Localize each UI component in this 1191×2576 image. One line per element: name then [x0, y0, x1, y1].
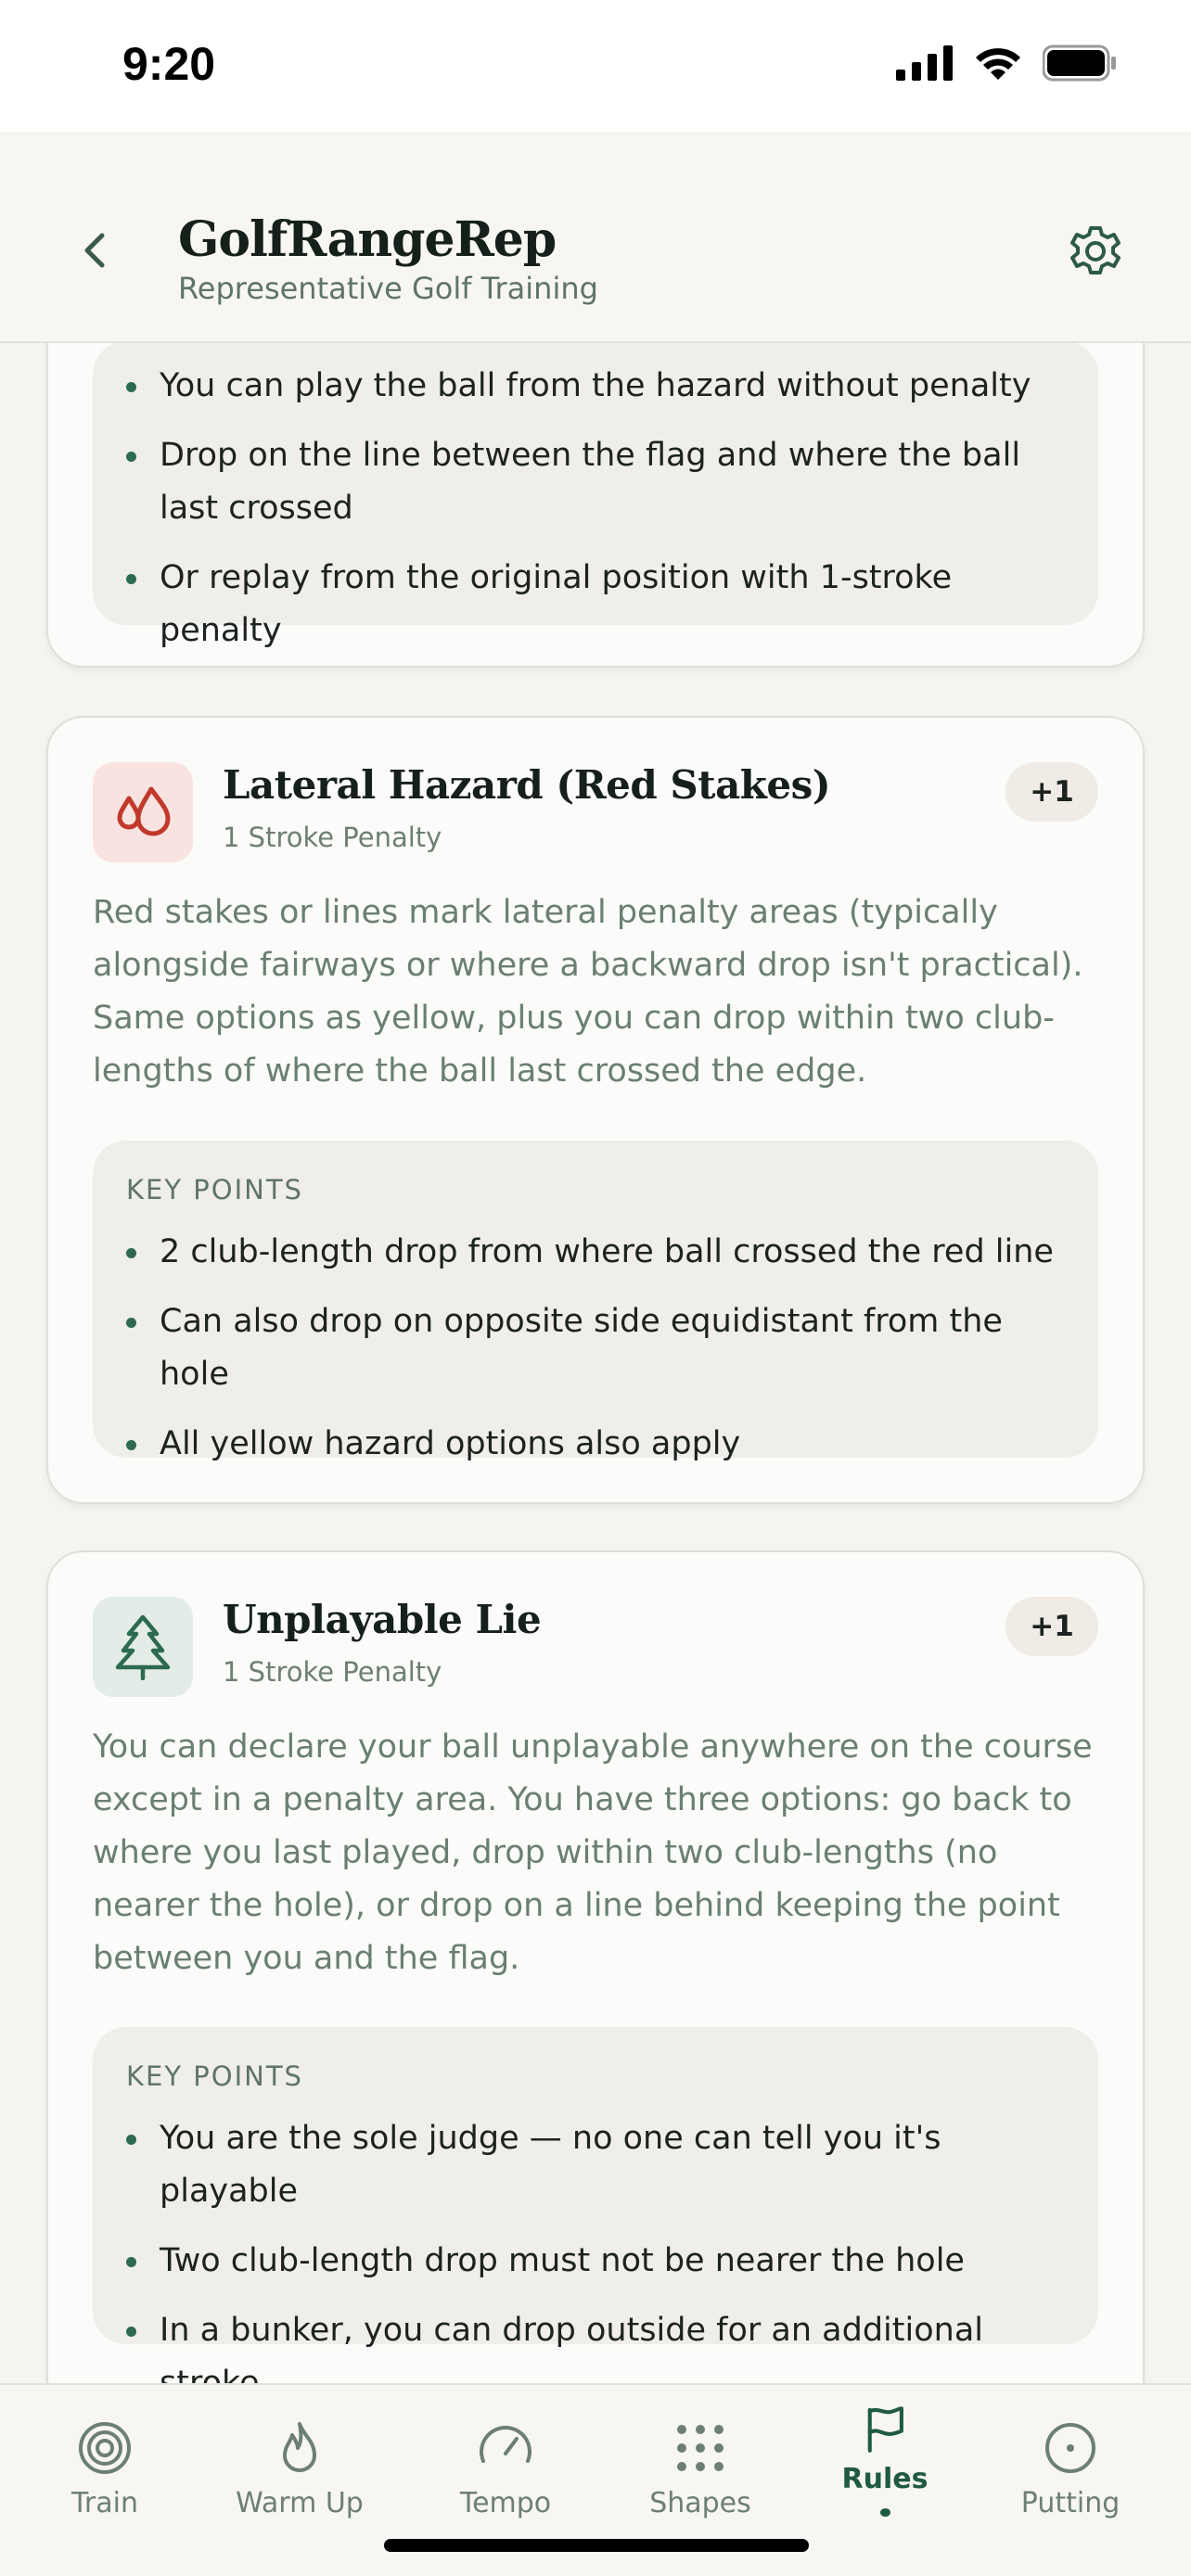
- card-description: Red stakes or lines mark lateral penalty…: [93, 894, 1083, 1090]
- active-tab-indicator: [879, 2508, 890, 2517]
- key-point: 2 club-length drop from where ball cross…: [126, 1226, 1065, 1279]
- flag-icon: [867, 2406, 903, 2453]
- tab-shapes[interactable]: Shapes: [617, 2418, 784, 2530]
- water-drops-icon: [117, 786, 171, 836]
- status-bar: 9:20: [0, 0, 1191, 132]
- penalty-badge: +1: [1005, 762, 1098, 822]
- key-point: Two club-length drop must not be nearer …: [126, 2235, 1065, 2288]
- rule-card-unplayable-lie[interactable]: Unplayable Lie 1 Stroke Penalty +1 You c…: [46, 1550, 1145, 2383]
- key-point: In a bunker, you can drop outside for an…: [126, 2304, 1065, 2383]
- rules-list[interactable]: You can play the ball from the hazard wi…: [0, 343, 1191, 2383]
- tab-rules[interactable]: Rules: [801, 2405, 968, 2517]
- status-time: 9:20: [122, 38, 216, 90]
- gauge-icon: [480, 2426, 531, 2463]
- tab-label: Tempo: [459, 2487, 552, 2519]
- card-title: Unplayable Lie: [223, 1597, 542, 1642]
- card-icon-box: [93, 1597, 193, 1697]
- tab-label: Warm Up: [236, 2487, 364, 2519]
- dots-grid-icon: [677, 2425, 724, 2471]
- key-points-title: KEY POINTS: [126, 2060, 303, 2092]
- tab-putting[interactable]: Putting: [987, 2418, 1154, 2530]
- key-points-box: KEY POINTS You are the sole judge — no o…: [93, 2027, 1098, 2383]
- tab-label: Shapes: [649, 2487, 751, 2519]
- card-subtitle: 1 Stroke Penalty: [223, 1656, 442, 1688]
- penalty-badge: +1: [1005, 1597, 1098, 1656]
- tab-label: Rules: [841, 2463, 928, 2496]
- app-title: GolfRangeRep: [178, 211, 557, 268]
- key-points-box: KEY POINTS 2 club-length drop from where…: [93, 1141, 1098, 1462]
- tab-warm-up[interactable]: Warm Up: [216, 2418, 383, 2530]
- flame-icon: [283, 2422, 316, 2472]
- card-header: Lateral Hazard (Red Stakes) 1 Stroke Pen…: [93, 762, 1098, 864]
- gear-icon[interactable]: [1069, 224, 1122, 278]
- status-icons: [896, 45, 1117, 82]
- battery-icon: [1043, 45, 1116, 82]
- card-header: Unplayable Lie 1 Stroke Penalty +1: [93, 1597, 1098, 1699]
- app-header: GolfRangeRep Representative Golf Trainin…: [0, 132, 1191, 343]
- key-point: Or replay from the original position wit…: [126, 552, 1065, 657]
- card-icon-box: [93, 762, 193, 862]
- key-point: Can also drop on opposite side equidista…: [126, 1295, 1065, 1401]
- home-indicator[interactable]: [384, 2539, 809, 2552]
- app-subtitle: Representative Golf Training: [178, 271, 598, 306]
- card-title: Lateral Hazard (Red Stakes): [223, 762, 831, 808]
- card-description: You can declare your ball unplayable any…: [93, 1728, 1093, 1977]
- tab-label: Putting: [1020, 2487, 1121, 2519]
- wifi-icon: [976, 48, 1020, 80]
- key-points-box: You can play the ball from the hazard wi…: [93, 343, 1098, 649]
- tab-train[interactable]: Train: [21, 2418, 188, 2530]
- key-point: You can play the ball from the hazard wi…: [126, 360, 1065, 413]
- rule-card-yellow-hazard: You can play the ball from the hazard wi…: [46, 343, 1145, 668]
- tab-label: Train: [71, 2487, 138, 2519]
- key-points-title: KEY POINTS: [126, 1174, 303, 1205]
- target-icon: [79, 2422, 131, 2474]
- cellular-signal-icon: [896, 45, 953, 81]
- rule-card-lateral-hazard[interactable]: Lateral Hazard (Red Stakes) 1 Stroke Pen…: [46, 716, 1145, 1504]
- tab-tempo[interactable]: Tempo: [422, 2418, 589, 2530]
- back-chevron-icon[interactable]: [74, 224, 115, 276]
- key-point: Drop on the line between the flag and wh…: [126, 429, 1054, 535]
- key-point: All yellow hazard options also apply: [126, 1418, 1065, 1471]
- tree-icon: [115, 1614, 171, 1680]
- card-subtitle: 1 Stroke Penalty: [223, 822, 442, 853]
- circle-dot-icon: [1045, 2423, 1095, 2473]
- key-point: You are the sole judge — no one can tell…: [126, 2112, 1065, 2218]
